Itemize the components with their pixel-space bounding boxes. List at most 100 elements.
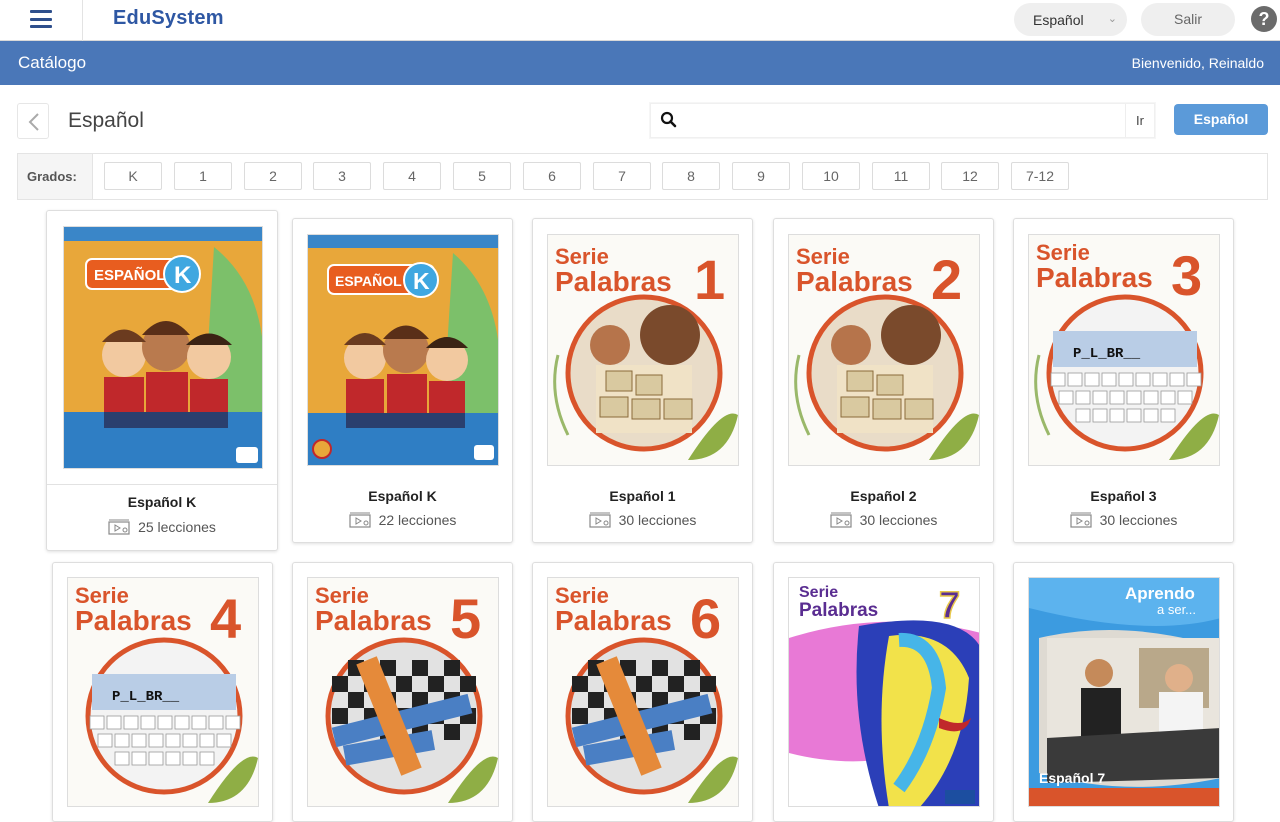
cover-art: ESPAÑOL K (64, 227, 262, 468)
book-cover: Serie Palabras 6 (547, 577, 739, 807)
welcome-text: Bienvenido, Reinaldo (1131, 55, 1264, 71)
language-select[interactable]: Español ⌄ (1014, 3, 1127, 36)
cover-art: Serie Palabras 1 (553, 244, 738, 460)
book-card[interactable]: ESPAÑOL K Español K 25 lecciones (46, 210, 278, 551)
grade-button[interactable]: K (104, 162, 162, 190)
search-box: Ir (650, 103, 1155, 138)
title-band: Catálogo Bienvenido, Reinaldo (0, 41, 1280, 85)
book-card[interactable]: Serie Palabras 5 (292, 562, 513, 822)
cover-art: Aprendo a ser... Español 7 (1029, 578, 1219, 806)
grade-button[interactable]: 9 (732, 162, 790, 190)
book-lessons: 30 lecciones (1014, 512, 1233, 528)
book-cover: ESPAÑOL K (63, 226, 263, 469)
cover-grade: 6 (690, 587, 721, 650)
cover-art: Serie Palabras 7 (789, 584, 979, 806)
cover-grade: K (413, 268, 430, 294)
cover-subtitle: a ser... (1157, 602, 1196, 617)
book-cover: Serie Palabras 7 (788, 577, 980, 807)
book-cover: Serie Palabras 5 (307, 577, 499, 807)
book-lessons-text: 25 lecciones (138, 519, 216, 535)
search-input[interactable] (687, 108, 1127, 134)
cover-word: P_L_BR__ (112, 689, 180, 705)
cover-grade: 2 (931, 248, 962, 311)
cover-title: ESPAÑOL (335, 272, 402, 289)
video-lessons-icon (108, 519, 130, 535)
grade-button[interactable]: 11 (872, 162, 930, 190)
book-cover: ESPAÑOL K (307, 234, 499, 466)
cover-title: Palabras (315, 605, 432, 636)
book-lessons: 25 lecciones (47, 519, 277, 535)
cover-art: Serie Palabras 4 P_L_BR__ (75, 583, 258, 803)
search-icon (660, 111, 677, 128)
cover-art: ESPAÑOL K (308, 235, 498, 465)
cover-art: Serie Palabras 6 (555, 583, 738, 803)
cover-art: Serie Palabras 5 (315, 583, 498, 803)
grade-button[interactable]: 3 (313, 162, 371, 190)
book-cover: Aprendo a ser... Español 7 (1028, 577, 1220, 807)
grade-button[interactable]: 10 (802, 162, 860, 190)
book-lessons: 22 lecciones (293, 512, 512, 528)
book-card[interactable]: ESPAÑOL K Español K 22 lecciones (292, 218, 513, 543)
grade-button[interactable]: 5 (453, 162, 511, 190)
grade-button[interactable]: 2 (244, 162, 302, 190)
cover-art: Serie Palabras 3 P_L_BR__ (1034, 240, 1219, 460)
book-lessons-text: 30 lecciones (618, 512, 697, 528)
book-cover: Serie Palabras 2 (788, 234, 980, 466)
language-select-value: Español (1033, 12, 1084, 28)
grade-button[interactable]: 12 (941, 162, 999, 190)
chevron-left-icon (28, 113, 39, 131)
book-lessons: 30 lecciones (774, 512, 993, 528)
cover-grade: 1 (694, 248, 725, 311)
grade-button[interactable]: 8 (662, 162, 720, 190)
video-lessons-icon (348, 512, 371, 528)
book-title: Español K (127, 494, 197, 510)
menu-icon[interactable] (30, 10, 52, 28)
band-title: Catálogo (18, 53, 87, 72)
search-go-button[interactable]: Ir (1125, 104, 1154, 137)
cover-grade: 4 (210, 587, 241, 650)
book-card[interactable]: Serie Palabras 2 Español 2 30 lecciones (773, 218, 994, 543)
book-cover: Serie Palabras 4 P_L_BR__ (67, 577, 259, 807)
topbar-divider (82, 0, 83, 41)
card-divider (47, 484, 277, 485)
book-card[interactable]: Aprendo a ser... Español 7 (1013, 562, 1234, 822)
book-card[interactable]: Serie Palabras 6 (532, 562, 753, 822)
cover-title: Palabras (75, 605, 192, 636)
cover-serie: Serie (799, 584, 838, 601)
video-lessons-icon (588, 512, 611, 528)
grades-label: Grados: (18, 154, 93, 199)
cover-grade: 3 (1171, 244, 1202, 307)
video-lessons-icon (829, 512, 852, 528)
book-lessons-text: 30 lecciones (859, 512, 938, 528)
book-cover: Serie Palabras 1 (547, 234, 739, 466)
book-card[interactable]: Serie Palabras 1 Español 1 30 lecciones (532, 218, 753, 543)
book-card[interactable]: Serie Palabras 7 (773, 562, 994, 822)
cover-grade: 7 (939, 585, 960, 627)
book-card[interactable]: Serie Palabras 4 P_L_BR__ (52, 562, 273, 822)
cover-art: Serie Palabras 2 (794, 244, 979, 460)
cover-title: Palabras (796, 266, 913, 297)
brand-logo[interactable]: EduSystem (113, 7, 224, 30)
book-title: Español 1 (609, 488, 676, 504)
grade-button[interactable]: 6 (523, 162, 581, 190)
book-card[interactable]: Serie Palabras 3 P_L_BR__ Español 3 30 l… (1013, 218, 1234, 543)
cover-grade: K (174, 262, 192, 289)
grade-button[interactable]: 7 (593, 162, 651, 190)
grade-button[interactable]: 7-12 (1011, 162, 1069, 190)
logout-button[interactable]: Salir (1141, 3, 1235, 36)
grade-button[interactable]: 1 (174, 162, 232, 190)
book-title: Español 3 (1090, 488, 1157, 504)
cover-title: Aprendo (1125, 584, 1195, 603)
help-icon[interactable]: ? (1251, 6, 1277, 32)
video-lessons-icon (1069, 512, 1092, 528)
cover-title: Palabras (799, 600, 878, 621)
top-bar: EduSystem Español ⌄ Salir ? (0, 0, 1280, 41)
book-cover: Serie Palabras 3 P_L_BR__ (1028, 234, 1220, 466)
back-button[interactable] (17, 103, 49, 139)
book-lessons-text: 22 lecciones (378, 512, 457, 528)
language-filter-button[interactable]: Español (1174, 104, 1268, 135)
book-lessons-text: 30 lecciones (1099, 512, 1178, 528)
cover-title: Palabras (1036, 262, 1153, 293)
book-title: Español K (368, 488, 437, 504)
grade-button[interactable]: 4 (383, 162, 441, 190)
